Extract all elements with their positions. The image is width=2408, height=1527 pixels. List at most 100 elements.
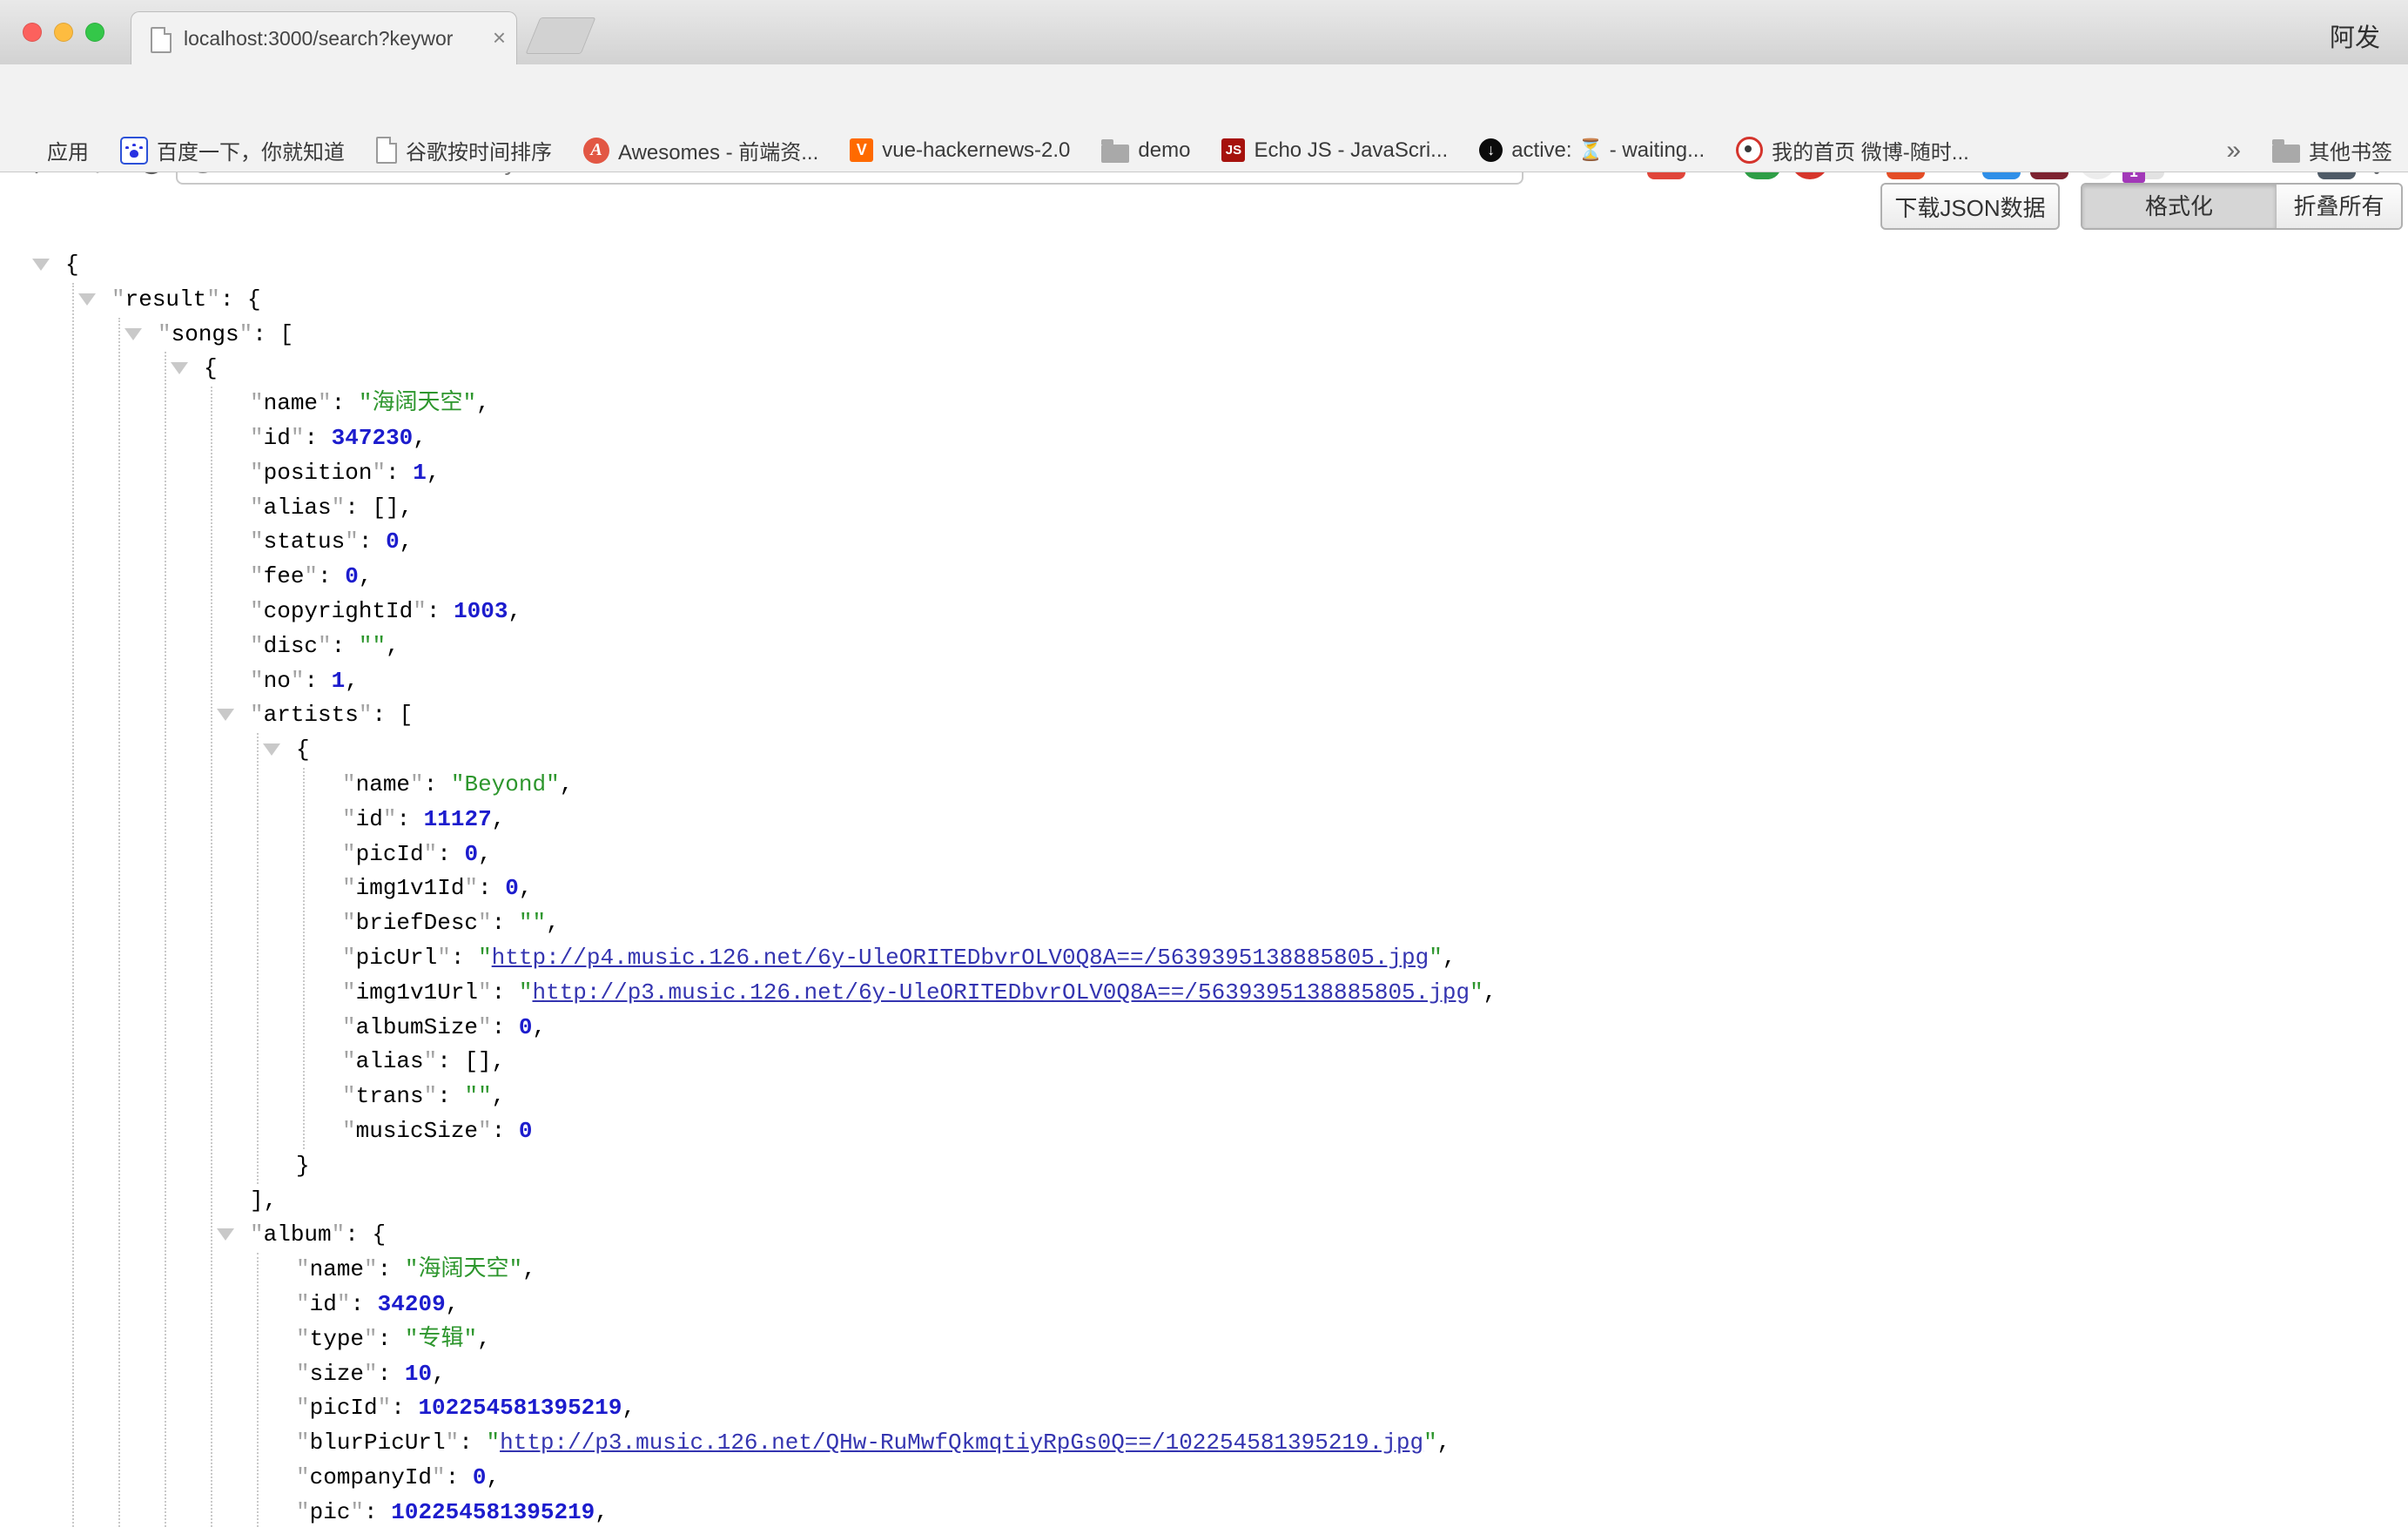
json-token-punct: : — [446, 1464, 473, 1490]
json-token-number: 11127 — [424, 806, 492, 832]
json-row: picId: 0, — [0, 837, 2408, 872]
json-token-key: companyId — [296, 1464, 446, 1490]
json-token-punct: , — [595, 1499, 609, 1525]
json-rows: {result: {songs: [{name: 海阔天空,id: 347230… — [0, 248, 2408, 1527]
json-token-key: copyrightId — [250, 598, 427, 624]
json-token-punct: : — [437, 841, 464, 867]
json-token-brace: { — [204, 355, 218, 381]
json-row: alias: [], — [0, 1045, 2408, 1080]
json-token-number: 0 — [519, 1014, 533, 1040]
url-link[interactable]: http://p3.music.126.net/6y-UleORITEDbvrO… — [532, 979, 1470, 1006]
tree-indent-guide — [118, 318, 120, 1527]
json-token-brace: { — [65, 252, 79, 278]
url-link[interactable]: http://p4.music.126.net/6y-UleORITEDbvrO… — [492, 945, 1429, 971]
json-token-punct: , — [386, 633, 400, 659]
json-token-punct: , — [519, 875, 533, 901]
json-token-punct: : — [386, 460, 413, 486]
json-row: artists: [ — [0, 698, 2408, 733]
json-token-punct: : — [350, 1291, 377, 1317]
collapse-toggle-icon[interactable] — [263, 743, 280, 756]
url-link[interactable]: http://p3.music.126.net/QHw-RuMwfQkmqtiy… — [500, 1429, 1423, 1456]
collapse-toggle-icon[interactable] — [217, 1228, 234, 1241]
json-token-key: songs — [158, 321, 252, 347]
json-token-key: id — [296, 1291, 350, 1317]
json-row: position: 1, — [0, 456, 2408, 491]
json-token-key: no — [250, 668, 304, 694]
json-token-punct: , — [492, 806, 506, 832]
tree-indent-guide — [211, 387, 212, 1527]
json-token-number: 10 — [405, 1361, 432, 1387]
json-row: name: 海阔天空, — [0, 1253, 2408, 1288]
json-token-key: disc — [250, 633, 332, 659]
json-row: briefDesc: , — [0, 906, 2408, 941]
json-token-key: picId — [342, 841, 437, 867]
json-token-key: id — [342, 806, 396, 832]
json-token-punct: : — [378, 1256, 405, 1282]
json-token-punct: : — [378, 1326, 405, 1352]
json-token-punct: : — [424, 771, 451, 797]
json-token-punct: : — [492, 979, 519, 1006]
json-token-punct: , — [492, 1083, 506, 1109]
json-token-punct: ], — [250, 1187, 277, 1214]
json-token-punct: , — [1483, 979, 1497, 1006]
collapse-toggle-icon[interactable] — [32, 259, 50, 271]
json-token-key: blurPicUrl — [296, 1429, 459, 1456]
json-row: picUrl: http://p4.music.126.net/6y-UleOR… — [0, 941, 2408, 976]
json-token-punct: : — [492, 1118, 519, 1144]
json-row: size: 10, — [0, 1357, 2408, 1392]
collapse-toggle-icon[interactable] — [217, 709, 234, 721]
json-row: type: 专辑, — [0, 1322, 2408, 1357]
json-token-key: type — [296, 1326, 378, 1352]
json-token-number: 0 — [464, 841, 478, 867]
json-token-punct: : — [396, 806, 423, 832]
json-token-punct: , — [546, 910, 560, 936]
json-token-punct: , — [446, 1291, 460, 1317]
json-row: album: { — [0, 1218, 2408, 1253]
json-token-punct: , — [622, 1395, 636, 1421]
json-token-punct: , — [1437, 1429, 1451, 1456]
json-token-key: picUrl — [342, 945, 451, 971]
json-token-punct: : — [492, 1014, 519, 1040]
json-token-key: id — [250, 425, 304, 451]
json-token-key: img1v1Url — [342, 979, 492, 1006]
json-token-estring — [464, 1083, 491, 1109]
collapse-toggle-icon[interactable] — [171, 362, 188, 374]
json-token-punct: , — [345, 668, 359, 694]
json-token-punct: : — [359, 528, 386, 555]
json-token-brace: } — [296, 1153, 310, 1179]
json-token-number: 1003 — [454, 598, 508, 624]
json-token-string: 海阔天空 — [405, 1256, 522, 1282]
json-row: name: 海阔天空, — [0, 387, 2408, 421]
json-row: name: Beyond, — [0, 768, 2408, 803]
collapse-toggle-icon[interactable] — [124, 328, 142, 340]
json-token-key: fee — [250, 563, 318, 589]
json-token-punct: , — [486, 1464, 500, 1490]
json-token-key: pic — [296, 1499, 364, 1525]
json-token-number: 0 — [473, 1464, 487, 1490]
json-token-key: album — [250, 1221, 345, 1248]
json-row: } — [0, 1149, 2408, 1184]
json-row: companyId: 0, — [0, 1461, 2408, 1496]
json-token-punct: : — [459, 1429, 486, 1456]
json-token-number: 0 — [386, 528, 400, 555]
json-token-brace: { — [296, 737, 310, 763]
json-token-punct: , — [432, 1361, 446, 1387]
json-token-link-wrap: http://p3.music.126.net/QHw-RuMwfQkmqtiy… — [486, 1429, 1436, 1456]
json-token-estring — [519, 910, 546, 936]
json-token-link-wrap: http://p3.music.126.net/6y-UleORITEDbvrO… — [519, 979, 1483, 1006]
json-token-key: albumSize — [342, 1014, 492, 1040]
json-row: pic: 102254581395219, — [0, 1496, 2408, 1527]
json-row: albumSize: 0, — [0, 1011, 2408, 1046]
json-token-key: name — [342, 771, 424, 797]
json-row: status: 0, — [0, 525, 2408, 560]
json-token-number: 0 — [345, 563, 359, 589]
json-token-key: briefDesc — [342, 910, 492, 936]
json-row: { — [0, 352, 2408, 387]
json-token-number: 102254581395219 — [391, 1499, 595, 1525]
collapse-toggle-icon[interactable] — [78, 293, 96, 306]
json-token-number: 0 — [505, 875, 519, 901]
tree-indent-guide — [257, 733, 259, 1183]
json-token-punct: : — [451, 945, 478, 971]
json-token-punct: , — [532, 1014, 546, 1040]
json-token-link-wrap: http://p4.music.126.net/6y-UleORITEDbvrO… — [478, 945, 1443, 971]
